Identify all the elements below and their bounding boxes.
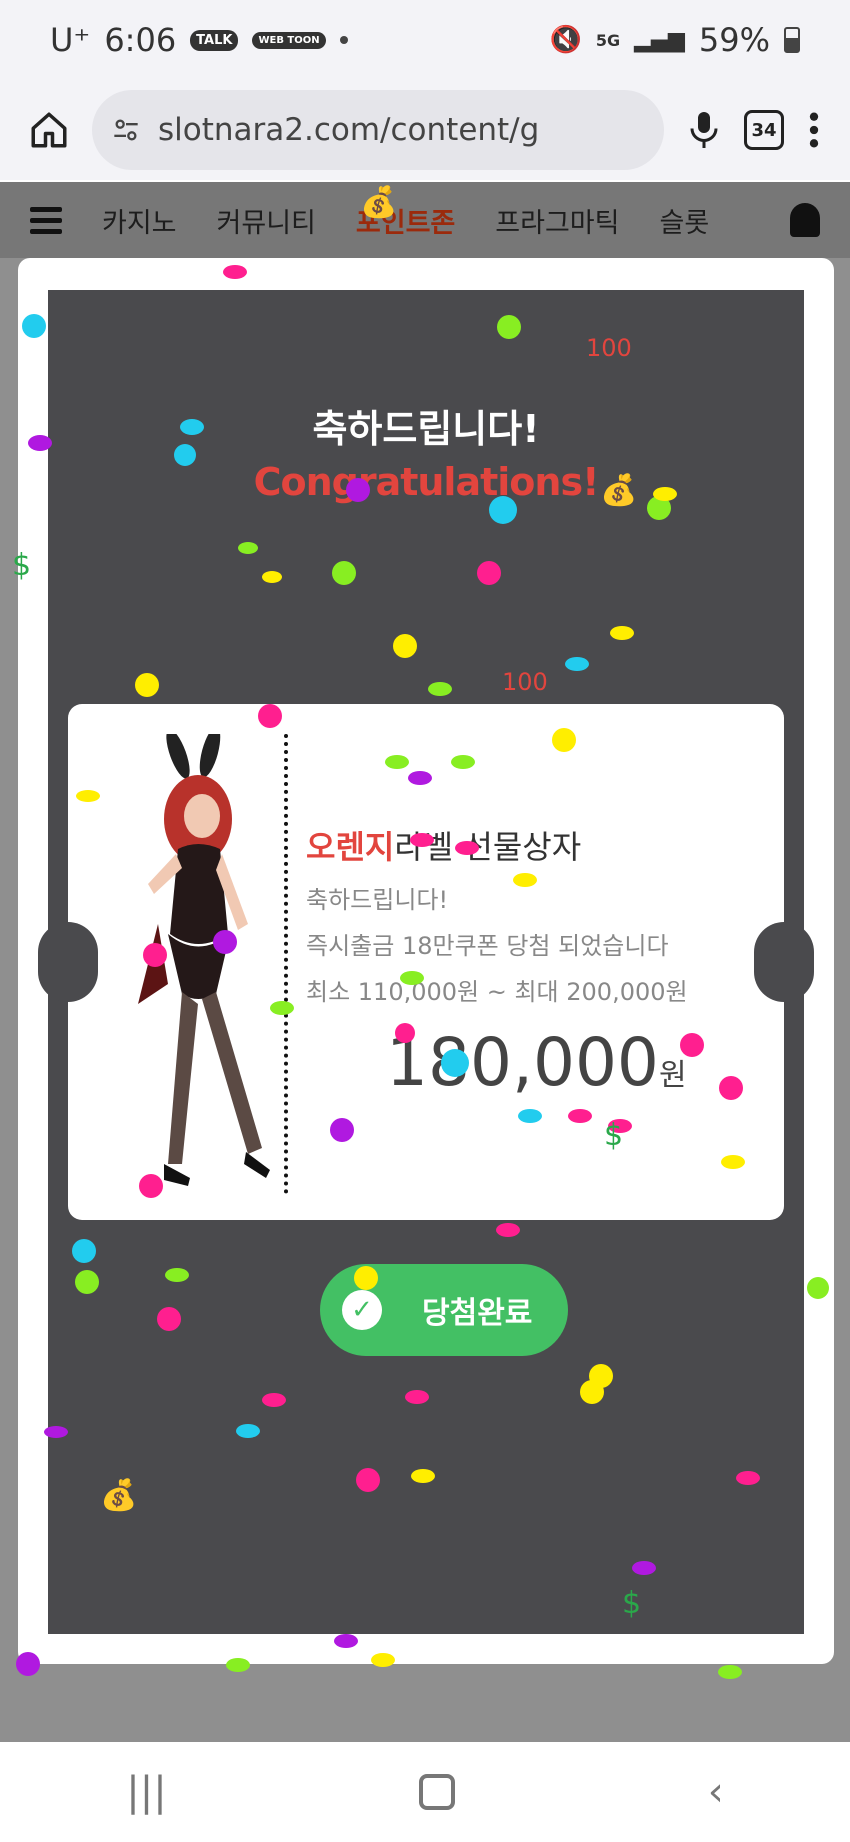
coupon-currency: 원 <box>658 1058 687 1093</box>
battery-icon <box>784 27 800 53</box>
status-right: 🔇 5G ▂▄▆ 59% <box>549 21 800 59</box>
back-icon[interactable]: ‹ <box>708 1769 724 1815</box>
modal-subtitle: Congratulations! <box>253 460 600 504</box>
coupon-notch-right <box>754 922 814 1002</box>
site-nav: 카지노 커뮤니티 포인트존 프라그마틱 슬롯 <box>0 182 850 258</box>
coupon-notch-left <box>38 922 98 1002</box>
claim-complete-label: 당첨완료 <box>422 1296 533 1331</box>
character-illustration <box>138 734 270 1186</box>
webtoon-icon: WEB TOON <box>252 31 326 49</box>
site-settings-icon[interactable] <box>112 116 140 144</box>
nav-item-community[interactable]: 커뮤니티 <box>217 201 316 240</box>
nav-item-pointzone[interactable]: 포인트존 <box>356 201 455 240</box>
coupon-card: 오렌지라벨 선물상자 축하드립니다! 즉시출금 18만쿠폰 당첨 되었습니다 최… <box>38 704 814 1220</box>
modal-title: 축하드립니다! <box>312 407 540 451</box>
status-left: U⁺ 6:06 TALK WEB TOON <box>50 21 348 59</box>
status-bar: U⁺ 6:06 TALK WEB TOON 🔇 5G ▂▄▆ 59% <box>0 0 850 80</box>
coupon-title-rest: 라벨 선물상자 <box>394 828 582 866</box>
check-icon: ✓ <box>342 1290 382 1330</box>
home-icon[interactable] <box>28 109 70 151</box>
modal-content: 축하드립니다! Congratulations! 오렌지라벨 선물상자 축하드립… <box>38 290 814 1634</box>
notification-dot-icon <box>339 36 348 44</box>
coupon-line-1: 축하드립니다! <box>306 886 449 914</box>
coupon-title-highlight: 오렌지 <box>306 828 395 866</box>
battery-level: 59% <box>698 21 770 59</box>
tab-switcher-button[interactable]: 34 <box>744 110 784 150</box>
congrats-modal: 축하드립니다! Congratulations! 오렌지라벨 선물상자 축하드립… <box>18 258 834 1664</box>
hamburger-menu-icon[interactable] <box>30 206 62 234</box>
coupon-title: 오렌지라벨 선물상자 <box>306 822 581 868</box>
network-type: 5G <box>595 30 621 50</box>
url-bar[interactable]: slotnara2.com/content/g <box>92 90 664 170</box>
system-nav-bar: ||| ‹ <box>0 1742 850 1842</box>
signal-icon: ▂▄▆ <box>634 27 685 53</box>
more-options-icon[interactable] <box>806 110 822 150</box>
kakaotalk-icon: TALK <box>190 29 239 51</box>
mute-icon: 🔇 <box>549 25 582 55</box>
nav-item-slot[interactable]: 슬롯 <box>659 201 709 240</box>
coupon-amount-value: 180,000 <box>386 1024 659 1101</box>
bell-icon[interactable] <box>790 203 820 237</box>
coupon-amount: 180,000원 <box>386 1024 687 1101</box>
browser-toolbar: slotnara2.com/content/g 34 <box>0 80 850 180</box>
nav-item-casino[interactable]: 카지노 <box>102 201 177 240</box>
claim-complete-button[interactable]: ✓ 당첨완료 <box>320 1264 568 1356</box>
carrier-label: U⁺ <box>50 21 91 59</box>
coupon-line-2: 즉시출금 18만쿠폰 당첨 되었습니다 <box>306 932 669 960</box>
coupon-line-3: 최소 110,000원 ~ 최대 200,000원 <box>306 978 688 1006</box>
recent-apps-icon[interactable]: ||| <box>126 1769 166 1815</box>
url-text[interactable]: slotnara2.com/content/g <box>158 112 539 148</box>
nav-item-pragmatic[interactable]: 프라그마틱 <box>495 201 619 240</box>
coupon-divider <box>284 734 288 1194</box>
microphone-icon[interactable] <box>686 109 722 151</box>
home-button-icon[interactable] <box>419 1774 456 1810</box>
clock: 6:06 <box>104 21 177 59</box>
